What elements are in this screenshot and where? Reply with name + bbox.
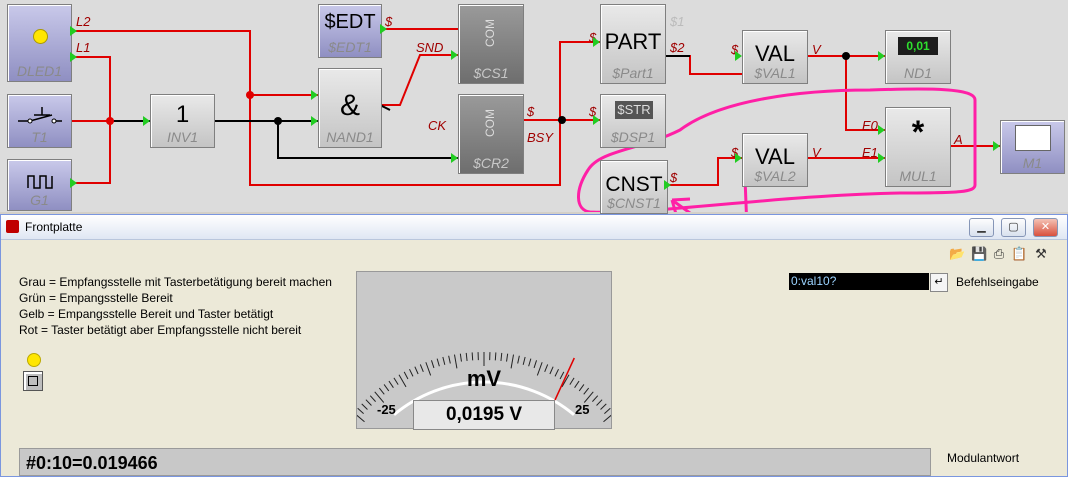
print-icon[interactable]: ⎙	[991, 246, 1007, 262]
legend-line-red: Rot = Taster betätigt aber Empfangsstell…	[19, 323, 301, 337]
frontpanel-window[interactable]: Frontplatte ▁ ▢ ✕ 📂 💾 ⎙ 📋 ⚒ Grau = Empfa…	[0, 214, 1068, 477]
meter-min-label: -25	[377, 402, 396, 417]
legend-line-grey: Grau = Empfangsstelle mit Tasterbetätigu…	[19, 275, 332, 289]
maximize-button[interactable]: ▢	[1001, 218, 1026, 237]
response-label: Modulantwort	[947, 451, 1019, 465]
meter-tick	[597, 400, 603, 406]
circuit-canvas[interactable]: DLED1 L2 L1 T1 G1 1 INV1 $EDT $EDT1 $ & …	[0, 0, 1068, 212]
app-icon	[6, 220, 19, 233]
meter-tick	[584, 392, 593, 403]
meter-tick	[366, 400, 372, 406]
meter-tick	[358, 408, 364, 413]
meter-tick	[466, 353, 467, 361]
meter-tick	[601, 404, 607, 410]
meter-tick	[507, 354, 508, 362]
meter-unit: mV	[357, 366, 611, 392]
meter-tick	[604, 413, 611, 422]
window-title: Frontplatte	[25, 220, 82, 234]
status-led	[27, 353, 41, 367]
meter-tick	[370, 396, 375, 402]
close-button[interactable]: ✕	[1033, 218, 1058, 237]
meter-tick	[604, 408, 610, 413]
meter-tick	[362, 404, 368, 410]
command-input[interactable]: 0:val10?	[789, 273, 929, 290]
meter-tick	[518, 356, 520, 364]
meter-max-label: 25	[575, 402, 589, 417]
meter-tick	[523, 357, 525, 365]
window-titlebar[interactable]: Frontplatte ▁ ▢ ✕	[1, 215, 1067, 240]
enter-button[interactable]: ↵	[930, 273, 948, 292]
meter-tick	[375, 392, 384, 403]
meter-tick	[472, 352, 473, 360]
meter-tick	[443, 357, 445, 365]
save-icon[interactable]: 💾	[971, 246, 987, 262]
legend-line-green: Grün = Empangsstelle Bereit	[19, 291, 173, 305]
legend-line-yellow: Gelb = Empangsstelle Bereit und Taster b…	[19, 307, 273, 321]
open-folder-icon[interactable]: 📂	[949, 246, 965, 262]
meter-tick	[501, 353, 502, 361]
clipboard-icon[interactable]: 📋	[1011, 246, 1027, 262]
meter-tick	[357, 413, 364, 422]
meter-tick	[592, 396, 597, 402]
meter-tick	[460, 354, 461, 362]
push-button[interactable]	[23, 371, 43, 391]
meter-tick	[495, 352, 496, 360]
response-field: #0:10=0.019466	[19, 448, 931, 476]
minimize-button[interactable]: ▁	[969, 218, 994, 237]
command-label: Befehlseingabe	[956, 275, 1039, 289]
tools-icon[interactable]: ⚒	[1033, 246, 1049, 262]
port-markers	[0, 0, 1068, 212]
analog-meter: mV -25 25 0,0195 V	[356, 271, 612, 429]
meter-tick	[449, 356, 451, 364]
meter-readout: 0,0195 V	[413, 400, 555, 430]
